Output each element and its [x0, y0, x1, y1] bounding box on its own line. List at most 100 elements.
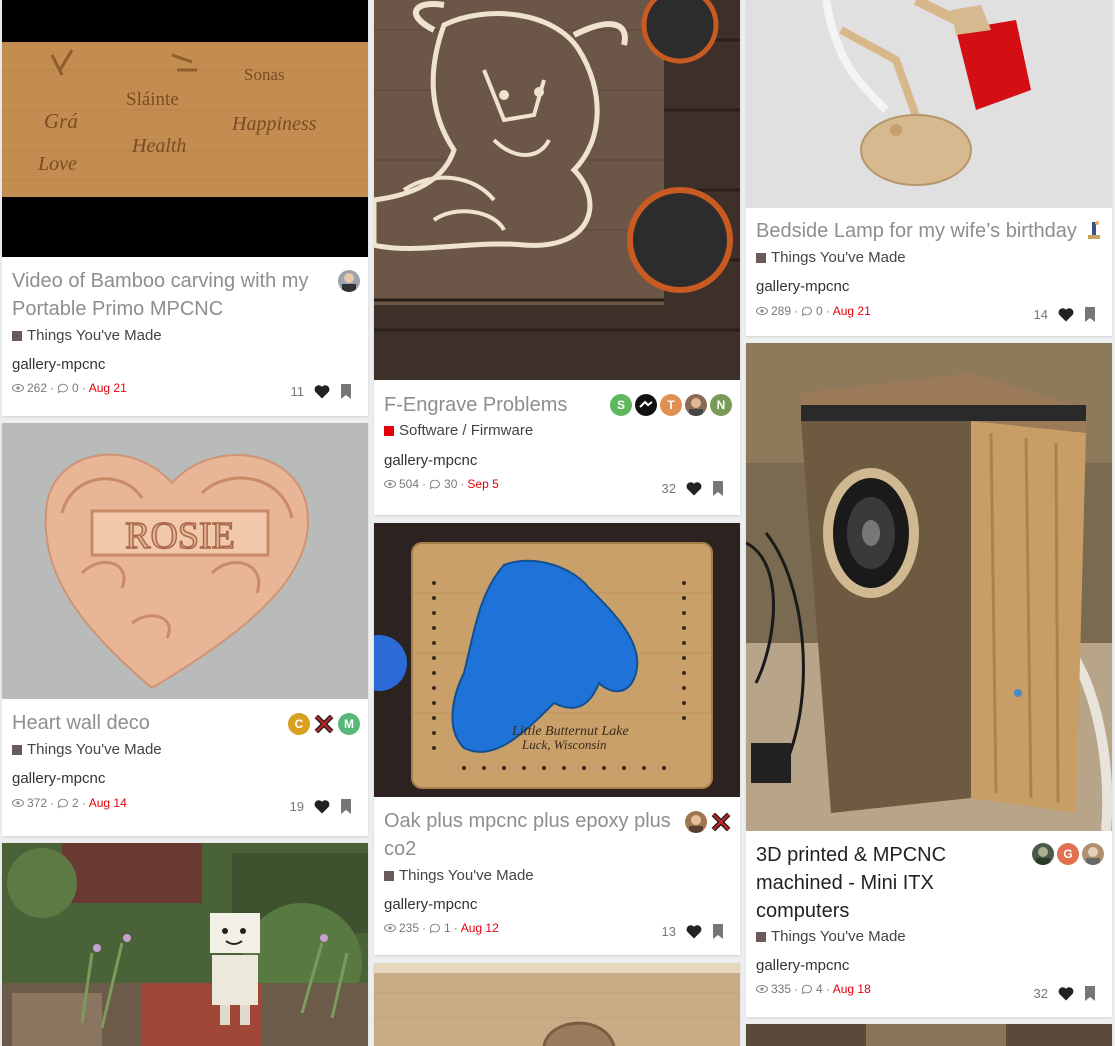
reply-count: 0: [72, 381, 79, 395]
engraved-text: Luck, Wisconsin: [521, 737, 607, 752]
avatar[interactable]: [1082, 843, 1104, 865]
topic-category[interactable]: Software / Firmware: [384, 422, 533, 439]
topic-card[interactable]: F-Engrave Problems S T N Software / Firm…: [374, 0, 740, 515]
separator: ·: [422, 921, 427, 935]
topic-tag[interactable]: gallery-mpcnc: [12, 356, 105, 373]
activity-date[interactable]: Aug 18: [833, 982, 871, 996]
comment-icon: [801, 306, 813, 317]
topic-stats: 372 · 2 · Aug 14: [12, 796, 127, 810]
carved-word: Sláinte: [126, 89, 179, 110]
like-count: 13: [661, 924, 676, 939]
comment-icon: [429, 479, 441, 490]
topic-title[interactable]: Oak plus mpcnc plus epoxy plus co2: [384, 807, 684, 863]
eye-icon: [12, 384, 24, 392]
avatar[interactable]: [685, 394, 707, 416]
topic-card[interactable]: [2, 843, 368, 1046]
avatar[interactable]: [685, 811, 707, 833]
avatar[interactable]: T: [660, 394, 682, 416]
avatar[interactable]: [710, 811, 732, 833]
eye-icon: [756, 307, 768, 315]
avatar[interactable]: [1032, 843, 1054, 865]
avatar[interactable]: C: [288, 713, 310, 735]
category-label: Things You've Made: [27, 741, 162, 758]
activity-date[interactable]: Aug 21: [833, 304, 871, 318]
topic-card[interactable]: Little Butternut Lake Luck, Wisconsin Oa…: [374, 523, 740, 955]
topic-category[interactable]: Things You've Made: [384, 867, 534, 884]
heart-icon[interactable]: [686, 924, 702, 939]
separator: ·: [81, 796, 86, 810]
separator: ·: [50, 381, 55, 395]
topic-category[interactable]: Things You've Made: [756, 928, 906, 945]
separator: ·: [460, 477, 465, 491]
topic-tag[interactable]: gallery-mpcnc: [384, 896, 477, 913]
topic-title[interactable]: Bedside Lamp for my wife’s birthday: [756, 217, 1086, 245]
topic-card[interactable]: ROSIE Heart wall deco C M Things You've …: [2, 423, 368, 836]
view-count: 262: [27, 381, 48, 395]
avatar[interactable]: N: [710, 394, 732, 416]
avatar[interactable]: [338, 270, 360, 292]
avatar[interactable]: [1082, 219, 1104, 241]
comment-icon: [57, 383, 69, 394]
heart-icon[interactable]: [314, 384, 330, 399]
topic-category[interactable]: Things You've Made: [12, 741, 162, 758]
activity-date[interactable]: Aug 14: [89, 796, 127, 810]
topic-tag[interactable]: gallery-mpcnc: [756, 957, 849, 974]
poster-avatars: [338, 270, 360, 292]
topic-card[interactable]: 3D printed & MPCNC machined - Mini ITX c…: [746, 343, 1112, 1017]
topic-category[interactable]: Things You've Made: [12, 327, 162, 344]
topic-thumbnail[interactable]: [746, 343, 1112, 831]
topic-title[interactable]: Heart wall deco: [12, 709, 272, 737]
category-swatch: [384, 425, 394, 436]
separator: ·: [794, 982, 799, 996]
reply-count: 4: [816, 982, 823, 996]
heart-icon[interactable]: [1058, 307, 1074, 322]
bookmark-icon[interactable]: [712, 481, 724, 496]
avatar[interactable]: [313, 713, 335, 735]
heart-icon[interactable]: [686, 481, 702, 496]
topic-thumbnail[interactable]: [2, 843, 368, 1046]
topic-title[interactable]: Video of Bamboo carving with my Portable…: [12, 267, 332, 323]
topic-card[interactable]: [746, 1024, 1112, 1046]
topic-thumbnail[interactable]: Sonas Sláinte Grá Happiness Health Love: [2, 0, 368, 257]
like-count: 32: [1033, 986, 1048, 1001]
bookmark-icon[interactable]: [712, 924, 724, 939]
avatar[interactable]: G: [1057, 843, 1079, 865]
separator: ·: [453, 921, 458, 935]
topic-stats: 235 · 1 · Aug 12: [384, 921, 499, 935]
topic-thumbnail[interactable]: [374, 0, 740, 380]
avatar[interactable]: S: [610, 394, 632, 416]
topic-thumbnail[interactable]: ROSIE: [2, 423, 368, 699]
topic-card[interactable]: Sonas Sláinte Grá Happiness Health Love …: [2, 0, 368, 416]
topic-tag[interactable]: gallery-mpcnc: [12, 770, 105, 787]
bookmark-icon[interactable]: [340, 384, 352, 399]
topic-thumbnail[interactable]: Little Butternut Lake Luck, Wisconsin: [374, 523, 740, 797]
activity-date[interactable]: Aug 21: [89, 381, 127, 395]
topic-thumbnail[interactable]: [374, 963, 740, 1046]
heart-icon[interactable]: [314, 799, 330, 814]
heart-icon[interactable]: [1058, 986, 1074, 1001]
category-label: Things You've Made: [27, 327, 162, 344]
activity-date[interactable]: Aug 12: [461, 921, 499, 935]
topic-thumbnail[interactable]: [746, 0, 1112, 208]
poster-avatars: [1082, 219, 1104, 241]
topic-title[interactable]: F-Engrave Problems: [384, 391, 604, 419]
topic-stats: 289 · 0 · Aug 21: [756, 304, 871, 318]
topic-tag[interactable]: gallery-mpcnc: [384, 452, 477, 469]
poster-avatars: S T N: [610, 394, 732, 416]
topic-title[interactable]: 3D printed & MPCNC machined - Mini ITX c…: [756, 841, 1006, 925]
topic-category[interactable]: Things You've Made: [756, 249, 906, 266]
bookmark-icon[interactable]: [1084, 986, 1096, 1001]
avatar[interactable]: [635, 394, 657, 416]
bookmark-icon[interactable]: [1084, 307, 1096, 322]
topic-card[interactable]: Bedside Lamp for my wife’s birthday Thin…: [746, 0, 1112, 336]
activity-date[interactable]: Sep 5: [467, 477, 498, 491]
topic-card[interactable]: [374, 963, 740, 1046]
topic-tag[interactable]: gallery-mpcnc: [756, 278, 849, 295]
category-label: Things You've Made: [771, 928, 906, 945]
like-count: 14: [1033, 307, 1048, 322]
view-count: 372: [27, 796, 48, 810]
topic-thumbnail[interactable]: [746, 1024, 1112, 1046]
category-swatch: [756, 252, 766, 263]
bookmark-icon[interactable]: [340, 799, 352, 814]
avatar[interactable]: M: [338, 713, 360, 735]
